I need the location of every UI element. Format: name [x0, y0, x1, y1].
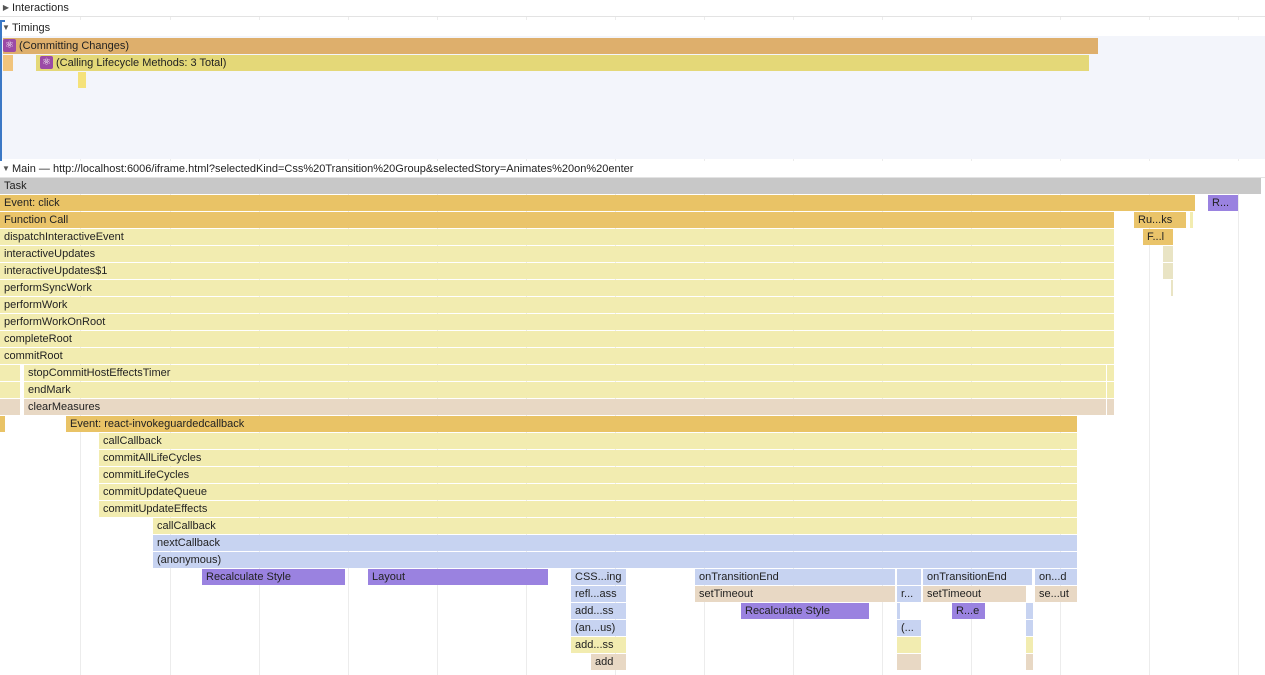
interactions-track-header[interactable]: ▶ Interactions [0, 0, 1265, 17]
flame-add-ss-1[interactable]: add...ss [571, 603, 626, 619]
flame-commit-update-effects[interactable]: commitUpdateEffects [99, 501, 1077, 517]
flame-clear-measures[interactable]: clearMeasures [24, 399, 1106, 415]
flame-tiny-block[interactable] [897, 603, 900, 619]
flame-layout[interactable]: Layout [368, 569, 548, 585]
flame-commit-life-cycles[interactable]: commitLifeCycles [99, 467, 1077, 483]
expanded-triangle-icon[interactable]: ▼ [0, 161, 12, 177]
committing-marker[interactable] [3, 55, 13, 71]
flame-function-call[interactable]: Function Call [0, 212, 1114, 228]
flame-perform-work-on-root[interactable]: performWorkOnRoot [0, 314, 1114, 330]
flame-mini-block[interactable] [1163, 246, 1173, 262]
flame-event-click[interactable]: Event: click [0, 195, 1195, 211]
flame-css-ing[interactable]: CSS...ing [571, 569, 626, 585]
flame-stop-commit-host-effects-timer[interactable]: stopCommitHostEffectsTimer [24, 365, 1106, 381]
flame-dispatch-interactive-event[interactable]: dispatchInteractiveEvent [0, 229, 1114, 245]
flame-perform-work[interactable]: performWork [0, 297, 1114, 313]
flame-clear-left[interactable] [0, 399, 20, 415]
flame-commit-update-queue[interactable]: commitUpdateQueue [99, 484, 1077, 500]
flame-tiny-block[interactable] [1026, 620, 1033, 636]
flame-refl-ass[interactable]: refl...ass [571, 586, 626, 602]
flame-tiny-block[interactable] [1026, 603, 1033, 619]
flame-commit-root-left-gap[interactable] [0, 382, 20, 398]
flame-react-invoke-guarded-callback[interactable]: Event: react-invokeguardedcallback [66, 416, 1077, 432]
react-logo-icon: ⚛ [40, 56, 53, 69]
flame-small-block[interactable] [897, 637, 921, 653]
committing-changes-label: (Committing Changes) [19, 40, 130, 52]
flame-call-callback[interactable]: callCallback [99, 433, 1077, 449]
react-logo-icon: ⚛ [3, 39, 16, 52]
flame-commit-root[interactable]: commitRoot [0, 348, 1114, 364]
flame-paren-dots[interactable]: (... [897, 620, 921, 636]
flame-set-timeout-2[interactable]: setTimeout [923, 586, 1026, 602]
flame-on-d[interactable]: on...d [1035, 569, 1077, 585]
flame-tiny-event[interactable] [0, 416, 5, 432]
flame-perform-sync-work[interactable]: performSyncWork [0, 280, 1114, 296]
flame-commit-all-life-cycles[interactable]: commitAllLifeCycles [99, 450, 1077, 466]
lifecycle-methods-bar[interactable]: ⚛ (Calling Lifecycle Methods: 3 Total) [36, 55, 1089, 71]
flame-commit-root-left-gap[interactable] [0, 365, 20, 381]
flame-se-ut[interactable]: se...ut [1035, 586, 1077, 602]
flame-call-callback-2[interactable]: callCallback [153, 518, 1077, 534]
flame-set-timeout-1[interactable]: setTimeout [695, 586, 895, 602]
flame-end-mark[interactable]: endMark [24, 382, 1106, 398]
flame-add-ss-2[interactable]: add...ss [571, 637, 626, 653]
interactions-label: Interactions [12, 2, 69, 14]
flame-recalculate-style[interactable]: Recalculate Style [202, 569, 345, 585]
timings-label: Timings [12, 22, 51, 34]
lifecycle-methods-label: (Calling Lifecycle Methods: 3 Total) [56, 57, 227, 69]
flame-commit-root-right[interactable] [1107, 382, 1114, 398]
flame-next-callback[interactable]: nextCallback [153, 535, 1077, 551]
lifecycle-marker[interactable] [78, 72, 86, 88]
flame-interactive-updates-1[interactable]: interactiveUpdates$1 [0, 263, 1114, 279]
main-thread-header[interactable]: ▼ Main — http://localhost:6006/iframe.htm… [0, 161, 1265, 178]
flame-r-dots[interactable]: r... [897, 586, 921, 602]
flame-tiny-block[interactable] [1026, 637, 1033, 653]
flame-anonymous[interactable]: (anonymous) [153, 552, 1077, 568]
flame-clear-right[interactable] [1107, 399, 1114, 415]
flame-mini-line[interactable] [1171, 280, 1173, 296]
main-thread-label: Main — http://localhost:6006/iframe.html… [12, 163, 634, 175]
flame-recalculate-style-2[interactable]: Recalculate Style [741, 603, 869, 619]
flame-tiny-block[interactable] [1026, 654, 1033, 670]
flame-mini-block[interactable] [1163, 263, 1173, 279]
flame-an-us[interactable]: (an...us) [571, 620, 626, 636]
flame-small-block[interactable] [897, 654, 921, 670]
flame-add[interactable]: add [591, 654, 626, 670]
flame-complete-root[interactable]: completeRoot [0, 331, 1114, 347]
flame-task[interactable]: Task [0, 178, 1261, 194]
flame-on-transition-end-2[interactable]: onTransitionEnd [923, 569, 1032, 585]
flame-commit-root-right[interactable] [1107, 365, 1114, 381]
collapsed-triangle-icon[interactable]: ▶ [0, 0, 12, 16]
timings-track-header[interactable]: ▼ Timings [0, 20, 1265, 37]
flame-ru-ks[interactable]: Ru...ks [1134, 212, 1186, 228]
flame-on-transition-end-1[interactable]: onTransitionEnd [695, 569, 895, 585]
flame-r-event[interactable]: R... [1208, 195, 1238, 211]
flame-interactive-updates[interactable]: interactiveUpdates [0, 246, 1114, 262]
committing-changes-bar[interactable]: ⚛ (Committing Changes) [3, 38, 1098, 54]
flame-r-e[interactable]: R...e [952, 603, 985, 619]
flame-small-block[interactable] [897, 569, 921, 585]
flame-mini-call[interactable] [1190, 212, 1193, 228]
flame-f-l[interactable]: F...l [1143, 229, 1173, 245]
